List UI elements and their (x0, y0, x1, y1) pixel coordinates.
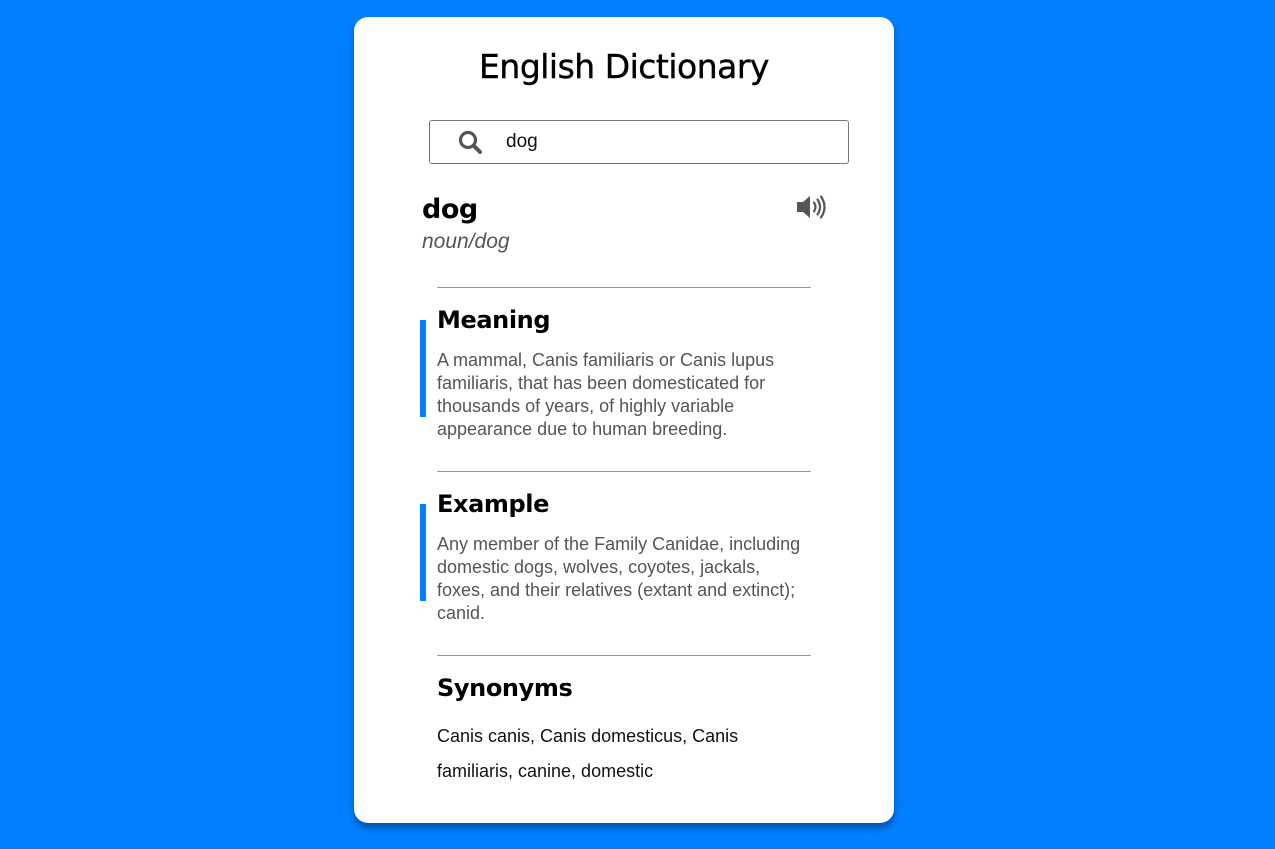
speaker-icon[interactable] (795, 194, 829, 220)
divider (437, 471, 811, 472)
search-box[interactable] (429, 120, 849, 164)
search-icon[interactable] (458, 130, 484, 154)
search-input[interactable] (506, 129, 826, 155)
meaning-accent-bar (420, 320, 426, 417)
meaning-text: A mammal, Canis familiaris or Canis lupu… (437, 350, 775, 439)
dictionary-card: English Dictionary dog noun/dog Meaning … (354, 17, 894, 823)
synonyms-text: Canis canis, Canis domesticus, Canis fam… (437, 726, 739, 781)
example-title: Example (437, 490, 549, 518)
example-text: Any member of the Family Canidae, includ… (437, 534, 801, 623)
word-phonetic: noun/dog (422, 230, 510, 253)
example-accent-bar (420, 504, 426, 601)
divider (437, 287, 811, 288)
app-title: English Dictionary (479, 47, 770, 86)
word-heading: dog (422, 194, 478, 225)
divider (437, 655, 811, 656)
synonyms-title: Synonyms (437, 674, 573, 702)
meaning-title: Meaning (437, 306, 551, 334)
